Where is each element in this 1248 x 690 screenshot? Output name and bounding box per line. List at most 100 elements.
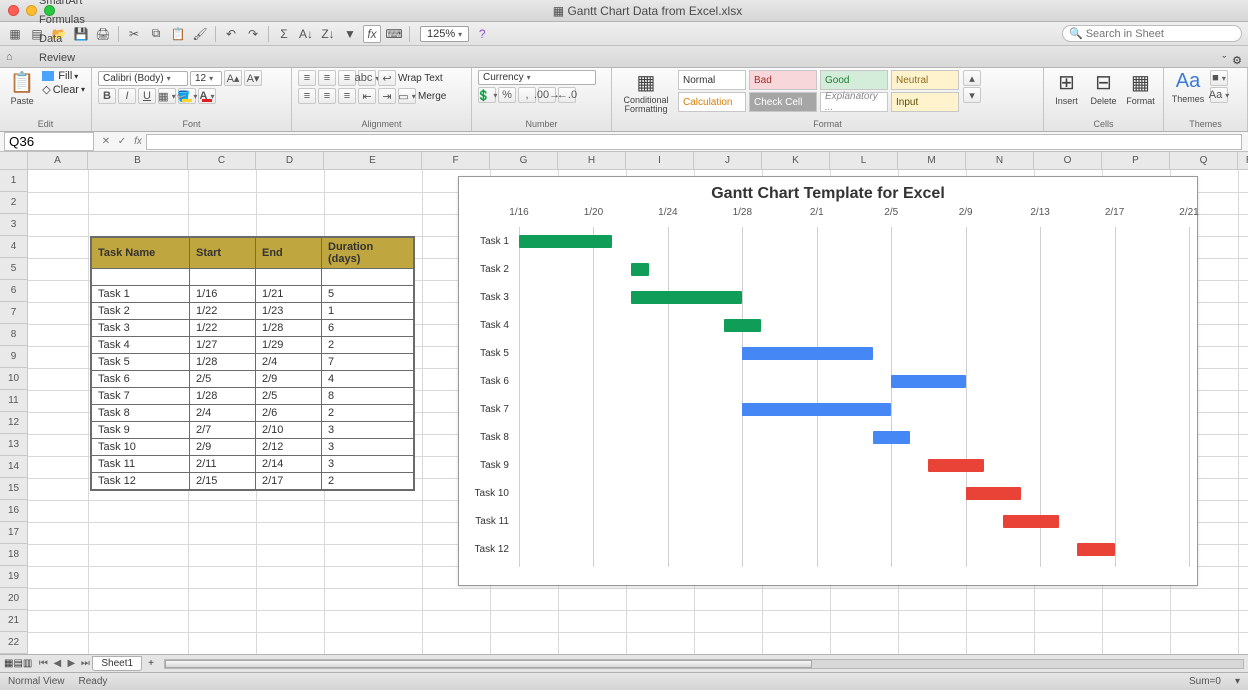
- decrease-decimal-icon[interactable]: ←.0: [558, 87, 576, 103]
- table-cell[interactable]: 2/5: [256, 388, 322, 405]
- conditional-formatting-button[interactable]: ▦ Conditional Formatting: [618, 70, 674, 114]
- row-header-18[interactable]: 18: [0, 544, 27, 566]
- styles-scroll-down-icon[interactable]: ▾: [963, 87, 981, 103]
- sort-asc-icon[interactable]: A↓: [297, 25, 315, 43]
- font-name-select[interactable]: Calibri (Body): [98, 71, 188, 86]
- table-header[interactable]: Start: [190, 238, 256, 269]
- table-cell[interactable]: 2/6: [256, 405, 322, 422]
- table-header[interactable]: End: [256, 238, 322, 269]
- name-box[interactable]: [4, 132, 94, 151]
- table-cell[interactable]: 1/28: [256, 320, 322, 337]
- table-cell[interactable]: 2: [322, 337, 414, 354]
- table-cell[interactable]: [256, 269, 322, 286]
- table-cell[interactable]: 1/23: [256, 303, 322, 320]
- fx-icon[interactable]: fx: [363, 25, 381, 43]
- table-cell[interactable]: 5: [322, 286, 414, 303]
- wrap-text-button[interactable]: ↩: [378, 70, 396, 86]
- table-cell[interactable]: [92, 269, 190, 286]
- align-left-icon[interactable]: ≡: [298, 88, 316, 104]
- row-header-6[interactable]: 6: [0, 280, 27, 302]
- table-cell[interactable]: 1/29: [256, 337, 322, 354]
- accept-formula-icon[interactable]: ✓: [114, 136, 130, 147]
- col-header-M[interactable]: M: [898, 152, 966, 169]
- worksheet[interactable]: 12345678910111213141516171819202122 ABCD…: [0, 152, 1248, 654]
- number-format-select[interactable]: Currency: [478, 70, 596, 85]
- table-header[interactable]: Duration (days): [322, 238, 414, 269]
- row-header-7[interactable]: 7: [0, 302, 27, 324]
- horizontal-scrollbar[interactable]: [164, 659, 1244, 669]
- cut-icon[interactable]: ✂: [125, 25, 143, 43]
- table-cell[interactable]: 1: [322, 303, 414, 320]
- table-cell[interactable]: 4: [322, 371, 414, 388]
- row-header-19[interactable]: 19: [0, 566, 27, 588]
- zoom-value[interactable]: 125%: [420, 26, 469, 42]
- style-check-cell[interactable]: Check Cell: [749, 92, 817, 112]
- table-cell[interactable]: Task 7: [92, 388, 190, 405]
- search-box[interactable]: 🔍: [1062, 25, 1242, 42]
- tab-smartart[interactable]: SmartArt: [28, 0, 96, 10]
- col-header-J[interactable]: J: [694, 152, 762, 169]
- table-cell[interactable]: 2: [322, 405, 414, 422]
- col-header-A[interactable]: A: [28, 152, 88, 169]
- table-cell[interactable]: 2/14: [256, 456, 322, 473]
- outdent-icon[interactable]: ⇤: [358, 88, 376, 104]
- col-header-P[interactable]: P: [1102, 152, 1170, 169]
- gantt-bar[interactable]: [742, 403, 891, 416]
- gantt-bar[interactable]: [631, 291, 743, 304]
- table-cell[interactable]: 2/10: [256, 422, 322, 439]
- row-header-10[interactable]: 10: [0, 368, 27, 390]
- gantt-bar[interactable]: [891, 375, 965, 388]
- table-cell[interactable]: 3: [322, 422, 414, 439]
- table-cell[interactable]: 1/27: [190, 337, 256, 354]
- paste-button[interactable]: 📋 Paste: [6, 70, 38, 106]
- row-header-8[interactable]: 8: [0, 324, 27, 346]
- style-input[interactable]: Input: [891, 92, 959, 112]
- table-cell[interactable]: 2/9: [256, 371, 322, 388]
- table-cell[interactable]: Task 3: [92, 320, 190, 337]
- table-cell[interactable]: 1/22: [190, 303, 256, 320]
- first-sheet-icon[interactable]: ⏮: [36, 658, 50, 669]
- table-cell[interactable]: [190, 269, 256, 286]
- table-cell[interactable]: Task 4: [92, 337, 190, 354]
- prev-sheet-icon[interactable]: ◀: [50, 658, 64, 669]
- row-header-15[interactable]: 15: [0, 478, 27, 500]
- select-all-corner[interactable]: [0, 152, 28, 170]
- align-top-icon[interactable]: ≡: [298, 70, 316, 86]
- font-color-button[interactable]: A: [198, 88, 216, 104]
- col-header-C[interactable]: C: [188, 152, 256, 169]
- style-bad[interactable]: Bad: [749, 70, 817, 90]
- collapse-ribbon-icon[interactable]: ˇ: [1222, 55, 1226, 67]
- col-header-L[interactable]: L: [830, 152, 898, 169]
- col-header-F[interactable]: F: [422, 152, 490, 169]
- bold-button[interactable]: B: [98, 88, 116, 104]
- table-cell[interactable]: 2/4: [256, 354, 322, 371]
- currency-icon[interactable]: 💲: [478, 87, 496, 103]
- row-header-20[interactable]: 20: [0, 588, 27, 610]
- gantt-bar[interactable]: [519, 235, 612, 248]
- ribbon-settings-icon[interactable]: ⚙: [1232, 54, 1242, 67]
- font-size-select[interactable]: 12: [190, 71, 222, 86]
- table-cell[interactable]: 2/5: [190, 371, 256, 388]
- style-normal[interactable]: Normal: [678, 70, 746, 90]
- insert-cells-button[interactable]: ⊞Insert: [1050, 70, 1083, 106]
- row-header-22[interactable]: 22: [0, 632, 27, 654]
- fx-formula-icon[interactable]: fx: [130, 136, 146, 147]
- style-good[interactable]: Good: [820, 70, 888, 90]
- table-cell[interactable]: Task 10: [92, 439, 190, 456]
- close-window-button[interactable]: [8, 5, 19, 16]
- autosum-icon[interactable]: Σ: [275, 25, 293, 43]
- align-right-icon[interactable]: ≡: [338, 88, 356, 104]
- style-explanatory[interactable]: Explanatory ...: [820, 92, 888, 112]
- clear-button[interactable]: ◇Clear ▾: [42, 83, 85, 96]
- align-center-icon[interactable]: ≡: [318, 88, 336, 104]
- row-header-3[interactable]: 3: [0, 214, 27, 236]
- styles-scroll-up-icon[interactable]: ▴: [963, 70, 981, 86]
- col-header-B[interactable]: B: [88, 152, 188, 169]
- border-button[interactable]: ▦: [158, 88, 176, 104]
- table-cell[interactable]: 1/28: [190, 354, 256, 371]
- increase-decimal-icon[interactable]: .00→: [538, 87, 556, 103]
- row-header-16[interactable]: 16: [0, 500, 27, 522]
- tab-formulas[interactable]: Formulas: [28, 10, 96, 29]
- col-header-N[interactable]: N: [966, 152, 1034, 169]
- gantt-bar[interactable]: [724, 319, 761, 332]
